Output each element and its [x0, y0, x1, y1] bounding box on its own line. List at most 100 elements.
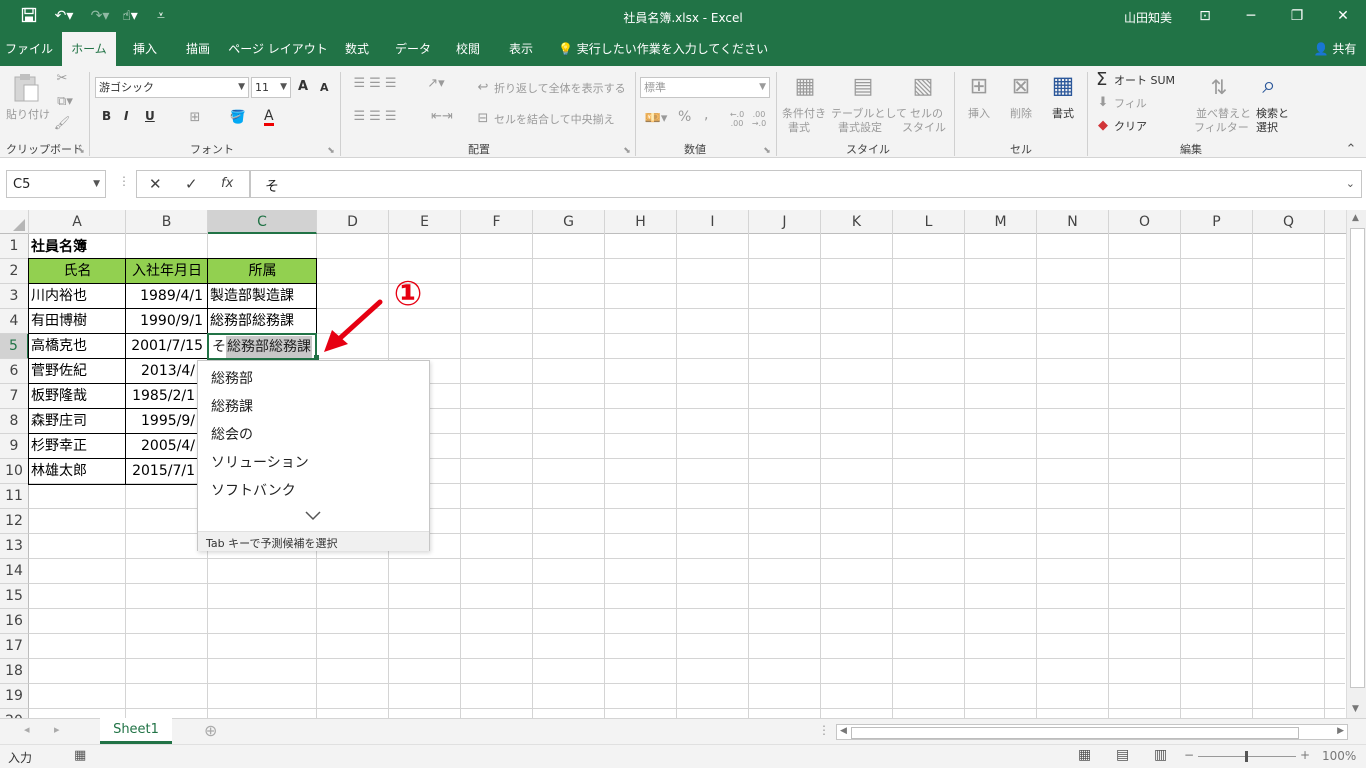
find-select-icon[interactable]: ⌕ [1254, 70, 1284, 100]
expand-formula-icon[interactable]: ⌄ [1346, 177, 1355, 190]
record-date-cell[interactable]: 2015/7/1 [126, 459, 197, 484]
cell-styles-label-2[interactable]: スタイル [902, 121, 946, 134]
italic-button[interactable]: I [124, 110, 128, 123]
copy-icon[interactable]: ⧉▾ [52, 94, 78, 110]
tab-splitter-icon[interactable]: ⋮ [818, 723, 830, 737]
format-painter-icon[interactable]: 🖌 [52, 116, 72, 132]
record-name-cell[interactable]: 森野庄司 [31, 409, 125, 434]
column-header-d[interactable]: D [317, 210, 389, 234]
sheet-tab-sheet1[interactable]: Sheet1 [100, 718, 172, 744]
page-layout-view-icon[interactable]: ▤ [1116, 747, 1129, 763]
horizontal-scrollbar[interactable]: ◀ ▶ [836, 724, 1348, 740]
suggestion-item[interactable]: ソリューション [211, 452, 309, 472]
format-as-table-icon[interactable]: ▤ [848, 72, 878, 102]
conditional-format-label-2[interactable]: 書式 [788, 121, 810, 134]
autosum-button[interactable]: オート SUM [1114, 74, 1175, 87]
suggestion-item[interactable]: 総会の [211, 424, 253, 444]
row-header-11[interactable]: 11 [0, 484, 29, 509]
bold-button[interactable]: B [102, 110, 111, 123]
zoom-slider-thumb[interactable] [1245, 751, 1248, 762]
merge-center-button[interactable]: セルを結合して中央揃え [494, 113, 615, 126]
find-select-label-1[interactable]: 検索と [1256, 107, 1289, 120]
collapse-ribbon-icon[interactable]: ⌃ [1344, 142, 1358, 158]
orientation-icon[interactable]: ↗▾ [422, 76, 450, 92]
tab-home[interactable]: ホーム [62, 32, 116, 66]
suggestion-item[interactable]: 総務部 [211, 368, 253, 388]
grow-font-button[interactable]: A [298, 80, 308, 93]
tab-insert[interactable]: 挿入 [120, 32, 170, 66]
dialog-launcher-icon[interactable]: ⬊ [76, 143, 86, 159]
row-header-8[interactable]: 8 [0, 409, 29, 434]
record-name-cell[interactable]: 川内裕也 [31, 284, 125, 309]
insert-function-button[interactable]: fx [221, 176, 233, 191]
tab-review[interactable]: 校閲 [444, 32, 492, 66]
zoom-slider[interactable] [1198, 751, 1296, 762]
maximize-button[interactable]: ❐ [1274, 0, 1320, 32]
enter-entry-icon[interactable]: ✓ [185, 175, 198, 193]
row-header-6[interactable]: 6 [0, 359, 29, 384]
column-header-l[interactable]: L [893, 210, 965, 234]
scroll-right-sheets-icon[interactable]: ▸ [54, 723, 60, 736]
tab-draw[interactable]: 描画 [174, 32, 222, 66]
add-sheet-button[interactable]: ⊕ [204, 721, 217, 740]
row-header-1[interactable]: 1 [0, 234, 29, 259]
zoom-out-button[interactable]: − [1184, 748, 1194, 762]
scroll-left-icon[interactable]: ◀ [840, 726, 847, 736]
row-header-10[interactable]: 10 [0, 459, 29, 484]
conditional-format-label-1[interactable]: 条件付き [782, 107, 826, 120]
row-header-4[interactable]: 4 [0, 309, 29, 334]
border-icon[interactable]: ⊞ [185, 110, 205, 126]
fill-button[interactable]: フィル [1114, 97, 1147, 110]
record-name-cell[interactable]: 林雄太郎 [31, 459, 125, 484]
cut-icon[interactable]: ✂ [52, 71, 72, 87]
underline-button[interactable]: U [145, 110, 155, 123]
user-name[interactable]: 山田知美 [1124, 9, 1172, 26]
column-header-i[interactable]: I [677, 210, 749, 234]
column-header-q[interactable]: Q [1253, 210, 1325, 234]
shrink-font-button[interactable]: A [320, 81, 329, 94]
font-size-select[interactable]: 11 ▼ [251, 77, 291, 98]
row-header-9[interactable]: 9 [0, 434, 29, 459]
insert-cells-button[interactable]: 挿入 [968, 107, 990, 120]
header-cell-name[interactable]: 氏名 [29, 259, 126, 284]
tab-file[interactable]: ファイル [0, 32, 58, 66]
record-dept-cell[interactable]: 総務部総務課 [210, 309, 316, 334]
vertical-align-icon[interactable]: ☰☰☰ [347, 76, 407, 92]
record-date-cell[interactable]: 1990/9/1 [126, 309, 205, 334]
increase-decimal-icon[interactable]: ←.0.00 [728, 110, 746, 128]
column-header-j[interactable]: J [749, 210, 821, 234]
row-header-7[interactable]: 7 [0, 384, 29, 409]
scroll-down-icon[interactable]: ▼ [1352, 704, 1359, 714]
header-cell-date[interactable]: 入社年月日 [126, 259, 208, 284]
zoom-in-button[interactable]: + [1300, 748, 1310, 762]
name-box[interactable]: C5 ▼ [6, 170, 106, 198]
row-header-3[interactable]: 3 [0, 284, 29, 309]
column-header-h[interactable]: H [605, 210, 677, 234]
share-button[interactable]: 👤 共有 [1308, 32, 1362, 66]
vertical-scrollbar[interactable]: ▲ ▼ [1346, 210, 1366, 718]
row-header-17[interactable]: 17 [0, 634, 29, 659]
row-header-2[interactable]: 2 [0, 259, 29, 284]
scroll-left-sheets-icon[interactable]: ◂ [24, 723, 30, 736]
tab-formulas[interactable]: 数式 [334, 32, 380, 66]
record-name-cell[interactable]: 有田博樹 [31, 309, 125, 334]
delete-cells-button[interactable]: 削除 [1010, 107, 1032, 120]
fill-color-icon[interactable]: 🪣 [228, 110, 248, 126]
cell-styles-label-1[interactable]: セルの [910, 107, 943, 120]
insert-cells-icon[interactable]: ⊞ [964, 72, 994, 102]
row-header-5[interactable]: 5 [0, 334, 29, 359]
record-name-cell[interactable]: 菅野佐紀 [31, 359, 125, 384]
fill-down-icon[interactable]: ⬇ [1096, 95, 1110, 111]
indent-icon[interactable]: ⇤⇥ [420, 109, 464, 125]
record-date-cell[interactable]: 1989/4/1 [126, 284, 205, 309]
hscroll-thumb[interactable] [851, 727, 1299, 739]
close-button[interactable]: ✕ [1320, 0, 1366, 32]
format-as-table-label-1[interactable]: テーブルとして [831, 107, 907, 120]
horizontal-align-icon[interactable]: ☰☰☰ [347, 109, 407, 125]
column-header-f[interactable]: F [461, 210, 533, 234]
wrap-text-icon[interactable]: ↩ [476, 80, 490, 96]
percent-button[interactable]: % [678, 110, 691, 124]
scroll-thumb[interactable] [1350, 228, 1365, 688]
column-header-n[interactable]: N [1037, 210, 1109, 234]
chevron-down-icon[interactable] [305, 511, 321, 521]
